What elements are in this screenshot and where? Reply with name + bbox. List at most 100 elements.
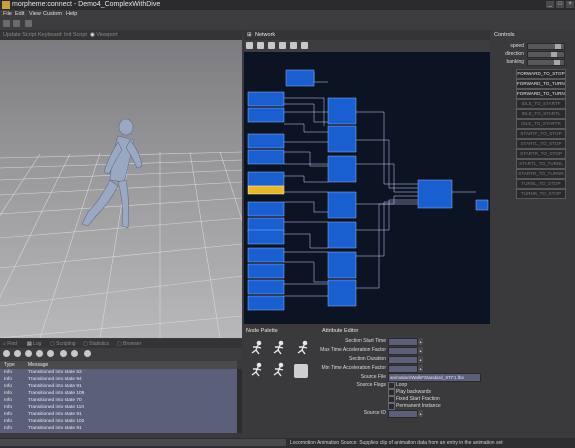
log-row[interactable]: Info Transitioned into state 102	[0, 419, 237, 426]
max-time-acceleration-label: Max Time Acceleration Factor	[320, 347, 386, 353]
log-message: Transitioned into state 91	[28, 384, 82, 389]
fixed-start-fraction-checkbox[interactable]	[388, 396, 395, 403]
selected-node[interactable]	[247, 185, 285, 195]
direction-slider-knob[interactable]	[550, 52, 557, 57]
log-scrollbar[interactable]	[237, 369, 242, 433]
section-start-time-spinner[interactable]: ▴	[418, 338, 423, 345]
request-button[interactable]: STARTL_TO_STOP	[516, 139, 566, 149]
warning-filter-icon[interactable]	[14, 350, 21, 357]
log-row[interactable]: Info Transitioned into state 53	[0, 370, 237, 377]
max-time-acceleration-field[interactable]	[388, 347, 418, 355]
min-time-acceleration-label: Min Time Acceleration Factor	[321, 365, 386, 371]
log-row[interactable]: Info Transitioned into state 91	[0, 426, 237, 433]
request-button[interactable]: FORWARD_TO_TURNL	[516, 79, 566, 89]
tab-keyboard[interactable]: Keyboard	[38, 32, 62, 38]
running-figure-icon[interactable]	[294, 340, 312, 358]
clear-log-icon[interactable]	[47, 350, 54, 357]
column-message[interactable]: Message	[28, 362, 48, 368]
tab-update-script[interactable]: Update Script	[3, 32, 36, 38]
network-graph[interactable]	[244, 52, 490, 324]
request-button[interactable]: IDLE_TO_STARTR	[516, 119, 566, 129]
banking-slider[interactable]	[527, 59, 565, 66]
tab-browser[interactable]: ▢ Browser	[117, 341, 141, 347]
log-row[interactable]: Info Transitioned into state 70	[0, 398, 237, 405]
request-button[interactable]: IDLE_TO_STARTL	[516, 109, 566, 119]
tab-viewport[interactable]: ◉ Viewport	[90, 32, 118, 38]
menu-edit[interactable]: Edit	[15, 11, 24, 17]
permanent-instance-checkbox[interactable]	[388, 403, 395, 410]
log-row[interactable]: Info Transitioned into state 109	[0, 391, 237, 398]
banking-slider-knob[interactable]	[553, 60, 560, 65]
pan-tool-icon[interactable]	[257, 42, 264, 49]
error-filter-icon[interactable]	[3, 350, 10, 357]
request-button[interactable]: IDLE_TO_STARTF	[516, 99, 566, 109]
log-row[interactable]: Info Transitioned into state 94	[0, 377, 237, 384]
banking-label: banking	[506, 59, 524, 65]
log-table-header: Type Message	[0, 361, 237, 369]
log-row[interactable]: Info Transitioned into state 91	[0, 412, 237, 419]
new-file-icon[interactable]	[3, 20, 10, 27]
up-level-icon[interactable]	[279, 42, 286, 49]
tab-log[interactable]: ▤ Log	[27, 341, 41, 347]
log-row[interactable]: Info Transitioned into state 91	[0, 384, 237, 391]
section-duration-field[interactable]	[388, 356, 418, 364]
request-button[interactable]: STARTR_TO_STOP	[516, 149, 566, 159]
select-tool-icon[interactable]	[246, 42, 253, 49]
running-figure-icon[interactable]	[248, 340, 266, 358]
request-button[interactable]: TURNR_TO_STOP	[516, 189, 566, 199]
tab-browser-label: Browser	[123, 341, 142, 347]
layout-icon[interactable]	[301, 42, 308, 49]
request-button[interactable]: STARTL_TO_TURNL	[516, 159, 566, 169]
autoscroll-icon[interactable]	[84, 350, 91, 357]
request-button[interactable]: TURNL_TO_STOP	[516, 179, 566, 189]
request-button[interactable]: FORWARD_TO_TURNR	[516, 89, 566, 99]
save-log-icon[interactable]	[71, 350, 78, 357]
speed-slider[interactable]	[527, 43, 565, 50]
menu-custom[interactable]: Custom	[43, 11, 62, 17]
menu-file[interactable]: File	[3, 11, 12, 17]
source-id-field[interactable]	[388, 410, 418, 418]
request-button[interactable]: STARTR_TO_TURNR	[516, 169, 566, 179]
running-figure-icon[interactable]	[270, 340, 288, 358]
close-button[interactable]: ×	[566, 1, 574, 8]
direction-slider[interactable]	[527, 51, 565, 58]
maximize-button[interactable]: □	[556, 1, 564, 8]
zoom-tool-icon[interactable]	[268, 42, 275, 49]
running-figure-icon[interactable]	[270, 362, 288, 380]
request-button[interactable]: STARTF_TO_STOP	[516, 129, 566, 139]
section-start-time-field[interactable]	[388, 338, 418, 346]
section-duration-spinner[interactable]: ▴	[418, 356, 423, 363]
tab-init-script[interactable]: Init Script	[64, 32, 87, 38]
menu-view[interactable]: View	[29, 11, 41, 17]
play-backwards-checkbox[interactable]	[388, 389, 395, 396]
loop-checkbox[interactable]	[388, 382, 395, 389]
tab-scripting-label: Scripting	[56, 341, 76, 347]
info-filter-icon[interactable]	[25, 350, 32, 357]
log-row[interactable]: Info Transitioned into state 110	[0, 405, 237, 412]
save-file-icon[interactable]	[25, 20, 32, 27]
source-id-spinner[interactable]: ▴	[418, 410, 423, 417]
minimize-button[interactable]: _	[546, 1, 554, 8]
tab-find[interactable]: ⌕ Find	[3, 341, 17, 347]
min-time-acceleration-spinner[interactable]: ▴	[418, 365, 423, 372]
running-figure-icon[interactable]	[248, 362, 266, 380]
column-type[interactable]: Type	[4, 362, 15, 368]
open-file-icon[interactable]	[13, 20, 20, 27]
source-flags-label: Source Flags	[356, 382, 386, 388]
blank-node-icon[interactable]	[294, 364, 308, 378]
speed-slider-knob[interactable]	[555, 44, 561, 49]
tab-statistics-label: Statistics	[89, 341, 110, 347]
source-file-field[interactable]: animation\WalkFStandard_STF1.fbx	[388, 373, 481, 382]
request-button[interactable]: FORWARD_TO_STOP	[516, 69, 566, 79]
max-time-acceleration-spinner[interactable]: ▴	[418, 347, 423, 354]
viewport-3d[interactable]	[0, 40, 242, 338]
fit-view-icon[interactable]	[290, 42, 297, 49]
debug-filter-icon[interactable]	[36, 350, 43, 357]
menu-help[interactable]: Help	[66, 11, 77, 17]
copy-log-icon[interactable]	[60, 350, 67, 357]
tab-scripting[interactable]: ▢ Scripting	[50, 341, 76, 347]
tab-statistics[interactable]: ▢ Statistics	[83, 341, 109, 347]
min-time-acceleration-field[interactable]	[388, 365, 418, 373]
log-table-body[interactable]: Info Transitioned into state 53 Info Trans…	[0, 369, 237, 433]
menu-bar: File Edit View Custom Help	[0, 10, 575, 18]
